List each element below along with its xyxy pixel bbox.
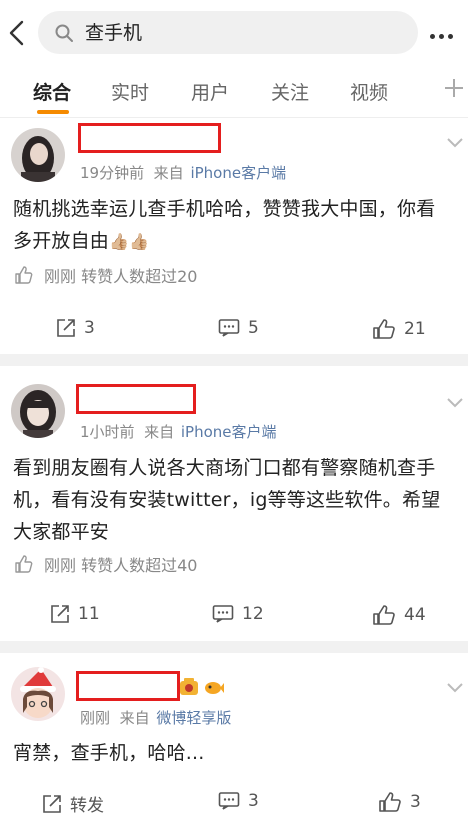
post-text-line: 大家都平安 <box>13 521 110 543</box>
search-icon <box>55 24 73 42</box>
like-button[interactable]: 44 <box>372 604 426 626</box>
thumbs-up-icon <box>15 266 33 284</box>
search-input[interactable]: 查手机 <box>38 11 418 54</box>
post-text-segment: 多开放自由 <box>13 230 110 252</box>
active-tab-indicator <box>37 110 69 114</box>
post-actions: 11 12 44 <box>0 604 468 634</box>
comment-button[interactable]: 12 <box>212 604 264 624</box>
comment-button[interactable]: 3 <box>218 791 259 811</box>
add-tab-plus-icon[interactable] <box>442 76 466 100</box>
back-chevron-left-icon[interactable] <box>6 18 28 48</box>
post-separator <box>0 641 468 653</box>
repost-count: 3 <box>84 318 95 338</box>
post-text-line: 宵禁，查手机，哈哈... <box>13 742 205 764</box>
post-card: 19分钟前 来自 iPhone客户端 随机挑选幸运儿查手机哈哈，赞赞我大中国，你… <box>0 118 468 354</box>
like-note: 刚刚 转赞人数超过40 <box>14 552 197 576</box>
badge-icon <box>180 678 198 695</box>
fish-badge-icon <box>205 682 224 694</box>
comment-icon <box>218 319 240 337</box>
repost-button[interactable]: 3 <box>56 318 95 338</box>
source-link[interactable]: iPhone客户端 <box>190 164 286 182</box>
like-note-text: 刚刚 转赞人数超过40 <box>44 556 198 575</box>
post-text: 宵禁，查手机，哈哈... <box>13 737 461 769</box>
post-meta: 19分钟前 来自 iPhone客户端 <box>80 162 286 183</box>
thumbs-up-emoji: 👍🏼👍🏼 <box>109 232 150 251</box>
repost-label: 转发 <box>70 796 104 814</box>
post-card: 刚刚 来自 微博轻享版 宵禁，查手机，哈哈... 转发 3 3 <box>0 653 468 814</box>
post-time: 19分钟前 <box>80 164 145 182</box>
source-link[interactable]: 微博轻享版 <box>156 709 231 727</box>
tab-bar: 综合 实时 用户 关注 视频 <box>0 66 468 118</box>
like-count: 44 <box>404 605 426 625</box>
repost-icon <box>43 794 61 813</box>
chevron-down-icon[interactable] <box>445 681 465 695</box>
source-prefix: 来自 <box>119 709 150 727</box>
comment-icon <box>212 605 234 623</box>
post-meta: 1小时前 来自 iPhone客户端 <box>80 421 277 442</box>
comment-icon <box>218 792 240 810</box>
thumbs-up-icon <box>379 792 401 812</box>
comment-count: 3 <box>248 791 259 811</box>
chevron-down-icon[interactable] <box>445 136 465 150</box>
redacted-username <box>78 123 221 153</box>
like-note-text: 刚刚 转赞人数超过20 <box>44 267 198 286</box>
thumbs-up-icon <box>373 319 395 339</box>
post-separator <box>0 354 468 366</box>
tab-comprehensive[interactable]: 综合 <box>33 78 71 105</box>
thumbs-up-icon <box>373 605 395 625</box>
thumbs-up-icon <box>15 555 33 573</box>
repost-button[interactable]: 转发 <box>42 791 104 814</box>
comment-button[interactable]: 5 <box>218 318 259 338</box>
like-note: 刚刚 转赞人数超过20 <box>14 263 197 287</box>
tab-following[interactable]: 关注 <box>271 78 309 105</box>
more-horizontal-icon[interactable] <box>430 24 464 42</box>
like-count: 3 <box>410 792 421 812</box>
redacted-username <box>76 671 180 701</box>
source-prefix: 来自 <box>144 423 175 441</box>
repost-button[interactable]: 11 <box>50 604 100 624</box>
post-time: 刚刚 <box>80 709 111 727</box>
like-button[interactable]: 21 <box>372 318 426 340</box>
post-text: 看到朋友圈有人说各大商场门口都有警察随机查手 机，看有没有安装twitter，i… <box>13 452 461 548</box>
post-meta: 刚刚 来自 微博轻享版 <box>80 707 231 728</box>
chevron-down-icon[interactable] <box>445 396 465 410</box>
post-text-line: 看到朋友圈有人说各大商场门口都有警察随机查手 <box>13 457 436 479</box>
source-prefix: 来自 <box>153 164 184 182</box>
like-count: 21 <box>404 319 426 339</box>
repost-count: 11 <box>78 604 100 624</box>
like-button[interactable]: 3 <box>378 791 421 813</box>
tab-videos[interactable]: 视频 <box>350 78 388 105</box>
post-actions: 3 5 21 <box>0 318 468 348</box>
post-text-line: 多开放自由👍🏼👍🏼 <box>13 225 461 258</box>
post-text-line: 机，看有没有安装twitter，ig等等这些软件。希望 <box>13 489 441 511</box>
avatar[interactable] <box>11 667 65 721</box>
comment-count: 5 <box>248 318 259 338</box>
avatar[interactable] <box>11 384 65 438</box>
post-card: 1小时前 来自 iPhone客户端 看到朋友圈有人说各大商场门口都有警察随机查手… <box>0 366 468 641</box>
top-bar: 查手机 <box>0 0 468 66</box>
post-time: 1小时前 <box>80 423 135 441</box>
post-actions: 转发 3 3 <box>0 791 468 814</box>
post-text: 随机挑选幸运儿查手机哈哈，赞赞我大中国，你看 多开放自由👍🏼👍🏼 <box>13 193 461 258</box>
redacted-username <box>76 384 196 414</box>
search-query: 查手机 <box>85 22 143 44</box>
comment-count: 12 <box>242 604 264 624</box>
repost-icon <box>51 605 69 623</box>
avatar[interactable] <box>11 128 65 182</box>
source-link[interactable]: iPhone客户端 <box>181 423 277 441</box>
tab-realtime[interactable]: 实时 <box>111 78 149 105</box>
repost-icon <box>57 319 75 337</box>
post-text-line: 随机挑选幸运儿查手机哈哈，赞赞我大中国，你看 <box>13 198 436 220</box>
tab-users[interactable]: 用户 <box>191 78 229 105</box>
